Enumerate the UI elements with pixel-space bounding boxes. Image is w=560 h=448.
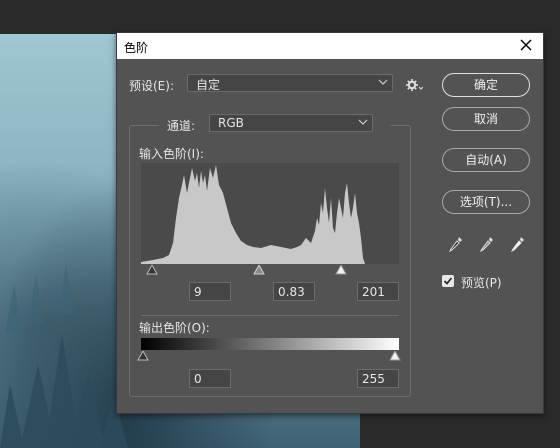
channel-row: 通道: RGB [159, 114, 391, 136]
gray-eyedropper-icon[interactable] [479, 235, 495, 253]
title-bar: 色阶 [117, 33, 543, 59]
close-icon[interactable] [517, 36, 535, 54]
channel-select[interactable]: RGB [209, 114, 373, 132]
input-black-field[interactable]: 9 [189, 282, 231, 301]
black-eyedropper-icon[interactable] [448, 235, 464, 253]
options-button[interactable]: 选项(T)... [442, 190, 530, 214]
preset-select[interactable]: 自定 [187, 74, 393, 92]
input-white-field[interactable]: 201 [357, 282, 399, 301]
preview-checkbox[interactable] [442, 275, 454, 287]
channel-label: 通道: [167, 119, 196, 133]
ok-button[interactable]: 确定 [442, 73, 530, 97]
preset-label: 预设(E): [129, 79, 174, 93]
input-white-slider[interactable] [335, 265, 347, 275]
chevron-down-icon [378, 79, 388, 85]
gear-icon[interactable] [405, 77, 423, 93]
output-black-field[interactable]: 0 [189, 369, 231, 388]
input-gamma-field[interactable]: 0.83 [273, 282, 315, 301]
output-gradient-bar [141, 338, 399, 350]
input-levels-label: 输入色阶(I): [139, 147, 204, 161]
auto-button[interactable]: 自动(A) [442, 148, 530, 172]
divider [141, 315, 399, 316]
preview-label: 预览(P) [461, 276, 502, 290]
histogram [141, 163, 399, 264]
cancel-button[interactable]: 取消 [442, 107, 530, 131]
checkmark-icon [443, 277, 453, 285]
output-white-slider[interactable] [389, 351, 401, 361]
dialog-title: 色阶 [124, 41, 149, 55]
preset-value: 自定 [196, 78, 221, 92]
output-white-field[interactable]: 255 [357, 369, 399, 388]
histogram-graph [141, 165, 365, 264]
output-levels-label: 输出色阶(O): [139, 321, 210, 335]
output-black-slider[interactable] [137, 351, 149, 361]
channel-value: RGB [218, 116, 244, 130]
levels-dialog: 色阶 预设(E): 自定 通道: RGB 输入色阶(I): 9 0.83 201… [116, 32, 544, 414]
white-eyedropper-icon[interactable] [510, 235, 526, 253]
chevron-down-icon [358, 119, 368, 125]
input-black-slider[interactable] [146, 265, 158, 275]
input-gamma-slider[interactable] [253, 265, 265, 275]
